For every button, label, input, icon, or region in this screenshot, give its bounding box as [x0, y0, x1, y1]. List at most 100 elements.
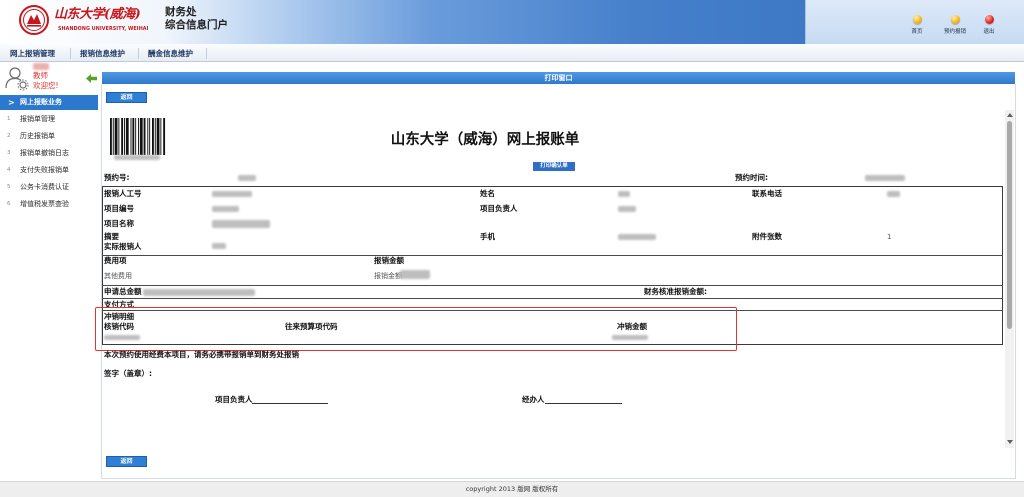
attachments-label: 附件张数: [752, 232, 782, 241]
barcode-bar: [118, 118, 120, 155]
redacted-value: [212, 243, 226, 249]
barcode-bar: [160, 118, 162, 155]
signer-handler: 经办人: [522, 395, 545, 404]
table-divider: [102, 255, 1003, 256]
sidebar-item-invoice-check[interactable]: 6 增值税发票查验: [0, 197, 98, 211]
name-label: 姓名: [480, 189, 495, 198]
user-role: 教师: [33, 71, 48, 80]
notice-text: 本次预约使用经费本项目，请务必携带报销单到财务处报销: [104, 350, 299, 359]
logout-button[interactable]: 退出: [974, 15, 1004, 43]
print-confirm-button[interactable]: 打印确认单: [533, 162, 575, 171]
signature-label: 签字（盖章）:: [104, 369, 152, 378]
barcode-bar: [121, 118, 124, 155]
window-title: 打印窗口: [102, 72, 1015, 84]
reservation-icon: [950, 15, 960, 24]
redacted-value: [618, 206, 636, 212]
actual-claimant-label: 实际报销人: [104, 242, 142, 251]
project-leader-label: 项目负责人: [480, 204, 518, 213]
barcode-bar: [156, 118, 160, 155]
project-name-label: 项目名称: [104, 219, 134, 228]
welcome-text: 欢迎您!: [33, 81, 59, 90]
sidebar-item-number: 4: [7, 167, 11, 173]
barcode-bar: [139, 118, 143, 155]
logo-subtext: SHANDONG UNIVERSITY, WEIHAI: [58, 27, 149, 32]
university-seal-icon: [19, 5, 49, 35]
sidebar-item-card-auth[interactable]: 5 公务卡消费认证: [0, 180, 98, 194]
sidebar-item-label: 报销单管理: [20, 115, 55, 123]
sidebar-item-label: 公务卡消费认证: [20, 183, 69, 191]
department-name: 财务处: [165, 6, 197, 18]
sidebar-item-reimbursement-management[interactable]: 1 报销单管理: [0, 112, 98, 126]
reservation-time-label: 预约时间:: [735, 173, 768, 182]
redacted-value: [212, 191, 252, 197]
tab-remuneration-info[interactable]: 酬金信息维护: [148, 49, 193, 58]
redacted-value: [143, 289, 255, 296]
expense-amount-header: 报销金额: [374, 256, 404, 265]
signature-line: [545, 403, 622, 404]
total-amount-label: 申请总金额: [104, 287, 142, 296]
redacted-value: [618, 234, 656, 240]
barcode-bar: [124, 118, 125, 155]
expense-item-header: 费用项: [104, 256, 127, 265]
arrow-left-icon[interactable]: [86, 73, 97, 84]
redacted-value: [212, 206, 239, 212]
sidebar-item-number: 2: [7, 133, 11, 139]
sidebar-item-revoke-log[interactable]: 3 报销单撤销日志: [0, 146, 98, 160]
barcode-bar: [125, 118, 129, 155]
footer-copyright: copyright 2013 版网 版权所有: [0, 481, 1024, 497]
barcode-bar: [110, 118, 112, 155]
tab-separator: [206, 48, 207, 59]
reservation-label: 预约报销: [943, 29, 966, 35]
form-title: 山东大学（威海）网上报账单: [390, 131, 580, 148]
signature-line: [252, 403, 328, 404]
mobile-label: 手机: [480, 232, 495, 241]
barcode-bar: [112, 118, 114, 155]
staff-id-label: 报销人工号: [104, 189, 142, 198]
barcode-bar: [135, 118, 137, 155]
sidebar-item-label: 历史报销单: [20, 132, 55, 140]
signer-project-leader: 项目负责人: [215, 395, 253, 404]
sidebar-item-number: 1: [7, 116, 11, 122]
finance-portal: 山东大学(威海) SHANDONG UNIVERSITY, WEIHAI 财务处…: [0, 0, 1024, 497]
approved-amount-label: 财务核准报销金额:: [644, 287, 707, 296]
home-button[interactable]: 首页: [902, 15, 932, 43]
redacted-value: [238, 175, 256, 181]
barcode-bar: [143, 118, 146, 155]
back-button-bottom[interactable]: 返回: [106, 456, 147, 467]
user-settings-icon: [5, 67, 29, 91]
reservation-no-label: 预约号:: [104, 173, 130, 182]
tab-reimbursement-info[interactable]: 报销信息维护: [80, 49, 125, 58]
reservation-button[interactable]: 预约报销: [940, 15, 970, 43]
redacted-value: [114, 155, 160, 160]
tab-separator: [138, 48, 139, 59]
chevron-right-icon: >: [8, 98, 15, 107]
sidebar-item-label: 网上报账业务: [20, 98, 62, 106]
sidebar-item-online-business[interactable]: > 网上报账业务: [0, 95, 98, 110]
sidebar-item-label: 增值税发票查验: [20, 200, 69, 208]
sidebar-item-label: 支付失败报销单: [20, 166, 69, 174]
sidebar-item-label: 报销单撤销日志: [20, 149, 69, 157]
scroll-down-icon[interactable]: [1006, 440, 1013, 444]
barcode-bar: [132, 118, 135, 155]
tab-separator: [70, 48, 71, 59]
barcode-bar: [114, 118, 118, 155]
sidebar-item-number: 3: [7, 150, 11, 156]
portal-name: 综合信息门户: [165, 19, 228, 31]
barcode-bar: [149, 118, 151, 155]
redacted-user-name: [33, 63, 49, 70]
barcode-bar: [152, 118, 154, 155]
tab-online-reimbursement[interactable]: 网上报销管理: [10, 49, 55, 58]
table-divider: [102, 298, 1003, 299]
sidebar-item-payment-failed[interactable]: 4 支付失败报销单: [0, 163, 98, 177]
scroll-up-icon[interactable]: [1006, 113, 1013, 117]
scrollbar-thumb[interactable]: [1007, 121, 1012, 329]
logout-icon: [984, 15, 994, 24]
barcode-bar: [163, 118, 166, 155]
sidebar-item-history[interactable]: 2 历史报销单: [0, 129, 98, 143]
barcode-bar: [138, 118, 139, 155]
expense-amount-label: 报销金额: [374, 272, 402, 280]
redacted-value: [618, 191, 630, 197]
expense-item: 其他费用: [104, 272, 132, 280]
summary-label: 摘要: [104, 232, 119, 241]
back-button-top[interactable]: 返回: [106, 92, 147, 103]
